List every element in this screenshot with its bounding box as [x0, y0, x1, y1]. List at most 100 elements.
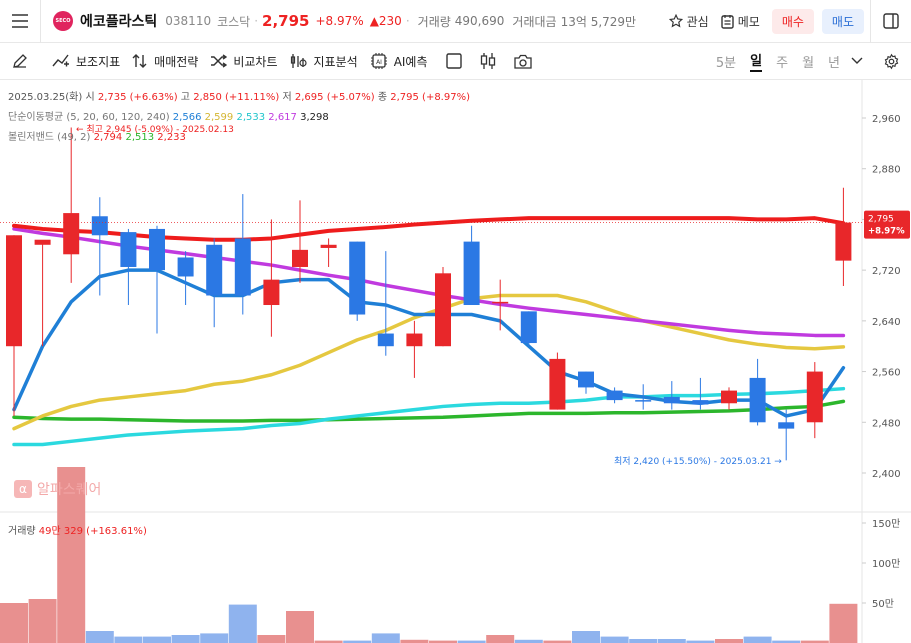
volume-bar	[486, 635, 515, 643]
camera-icon	[513, 54, 532, 69]
candle-body	[177, 257, 194, 277]
star-icon	[668, 14, 683, 28]
volume-bar	[257, 635, 286, 643]
volume-legend-value: 49만 329 (+163.61%)	[38, 526, 147, 537]
volume-bar	[600, 636, 629, 643]
separator-dot: ·	[405, 14, 410, 28]
volume-bar	[657, 639, 686, 643]
candle-body	[692, 400, 709, 405]
volume-bar	[572, 631, 600, 643]
ma-legend[interactable]: 단순이동평균 (5, 20, 60, 120, 240) 2,566 2,599…	[8, 108, 329, 123]
candle-body	[549, 358, 566, 410]
price-chart[interactable]: 2,4002,4802,5602,6402,7202,8002,8802,960…	[0, 80, 911, 643]
candle-body	[663, 396, 680, 404]
candle-body	[263, 279, 280, 306]
candle-body	[749, 377, 766, 423]
high-value: 2,850 (+11.11%)	[193, 92, 280, 103]
volume-bar	[85, 631, 114, 643]
candle-body	[492, 301, 509, 304]
y-tick-label: 2,560	[872, 368, 901, 379]
period-5min[interactable]: 5분	[716, 52, 736, 71]
volume-bar	[228, 604, 257, 643]
watermark-text: 알파스퀘어	[37, 482, 102, 498]
watch-button[interactable]: 관심	[668, 13, 709, 30]
candle-body	[578, 371, 594, 388]
candle-body	[206, 244, 223, 296]
compare-label: 비교차트	[233, 54, 278, 69]
change-amount: ▲230	[369, 14, 402, 28]
strategy-icon	[132, 54, 147, 68]
analysis-button[interactable]: 지표분석	[290, 53, 358, 70]
ai-predict-label: AI예측	[393, 54, 428, 69]
vol-tick-label: 50만	[872, 598, 894, 610]
period-selector: 5분 일 주 월 년	[709, 50, 863, 72]
panel-toggle-button[interactable]	[871, 0, 911, 43]
memo-button[interactable]: 메모	[721, 13, 760, 30]
indicator-button[interactable]: 보조지표	[52, 53, 120, 70]
ai-predict-button[interactable]: AI AI예측	[370, 52, 428, 70]
candle-body	[435, 273, 451, 347]
screenshot-button[interactable]	[513, 54, 538, 69]
ohlc-legend: 2025.03.25(화) 시 2,735 (+6.63%) 고 2,850 (…	[8, 88, 470, 103]
buy-button[interactable]: 매수	[771, 8, 814, 34]
y-tick-label: 2,720	[872, 266, 901, 277]
candle-body	[349, 241, 366, 315]
close-label: 종	[377, 92, 388, 103]
draw-tool-button[interactable]	[0, 43, 40, 80]
memo-icon	[721, 14, 734, 29]
volume-label: 거래량	[417, 14, 451, 29]
stock-code: 038110	[165, 14, 212, 28]
candle-body	[149, 228, 165, 271]
chevron-down-icon[interactable]	[851, 57, 863, 65]
ai-chip-icon: AI	[370, 53, 387, 69]
layout-button[interactable]	[445, 53, 468, 69]
period-year[interactable]: 년	[828, 52, 840, 71]
candle-body	[6, 235, 22, 347]
bb-mid-line	[12, 399, 846, 423]
indicator-icon	[52, 54, 69, 67]
candle-type-button[interactable]	[480, 52, 502, 70]
period-day[interactable]: 일	[750, 50, 763, 72]
volume-bar	[629, 639, 658, 643]
period-month[interactable]: 월	[802, 52, 814, 71]
compare-button[interactable]: 비교차트	[210, 53, 278, 70]
square-icon	[445, 53, 462, 69]
candle-body	[120, 232, 137, 267]
settings-button[interactable]	[871, 43, 911, 80]
shuffle-icon	[211, 54, 228, 68]
bb-upper-line	[12, 216, 846, 242]
candle-body	[606, 390, 623, 401]
ma120-value: 2,617	[268, 112, 297, 123]
low-value: 2,695 (+5.07%)	[294, 92, 375, 103]
watermark-icon: α	[14, 480, 32, 498]
candle-body	[806, 371, 823, 423]
price-tag-text: 2,795	[868, 215, 894, 225]
gear-icon	[884, 53, 898, 69]
amount-value: 13억 5,729만	[560, 14, 637, 29]
y-tick-label: 2,640	[872, 317, 901, 328]
y-tick-label: 2,880	[872, 165, 901, 176]
open-value: 2,735 (+6.63%)	[97, 92, 178, 103]
volume-bar	[200, 633, 229, 643]
stock-name[interactable]: 에코플라스틱	[80, 11, 157, 31]
y-tick-label: 2,400	[872, 469, 901, 480]
analysis-icon	[290, 54, 307, 68]
chart-canvas[interactable]: 2,4002,4802,5602,6402,7202,8002,8802,960…	[0, 80, 911, 643]
strategy-label: 매매전략	[154, 54, 199, 69]
strategy-button[interactable]: 매매전략	[132, 53, 198, 70]
volume-bar	[829, 603, 858, 643]
volume-bar	[743, 636, 772, 643]
volume-bar	[0, 603, 28, 643]
volume-bar	[715, 639, 743, 643]
volume-bar	[143, 636, 171, 643]
stock-logo: SECO	[53, 11, 73, 31]
sell-button[interactable]: 매도	[821, 8, 864, 34]
period-week[interactable]: 주	[776, 52, 788, 71]
menu-button[interactable]	[0, 0, 40, 43]
vol-tick-label: 150만	[872, 518, 900, 530]
candlestick-icon	[480, 53, 495, 69]
candle-body	[778, 422, 795, 429]
candle-body	[63, 213, 80, 255]
volume-bar	[171, 635, 200, 643]
volume-value: 490,690	[454, 14, 505, 28]
